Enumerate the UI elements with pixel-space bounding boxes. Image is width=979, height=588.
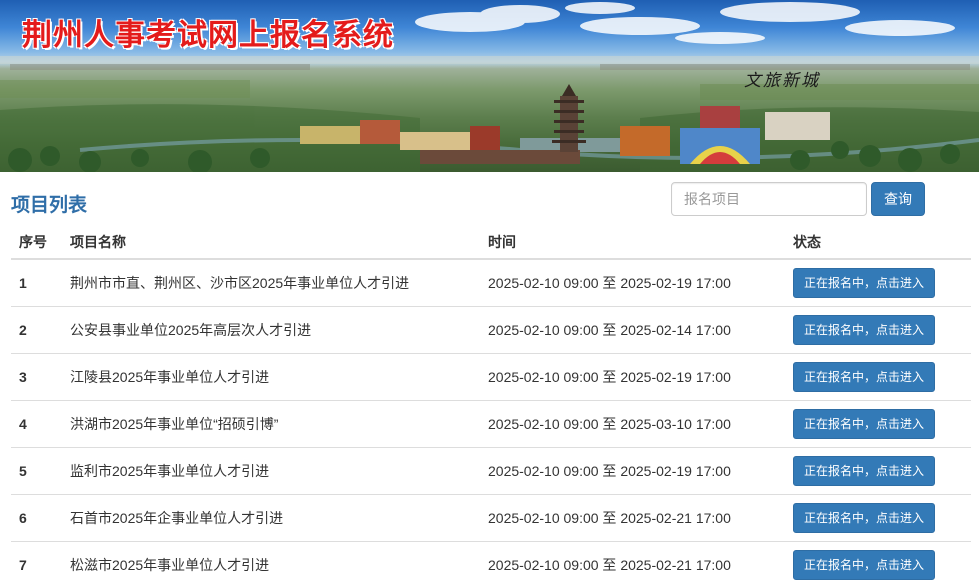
project-name: 松滋市2025年事业单位人才引进 — [62, 540, 480, 588]
table-row: 5 监利市2025年事业单位人才引进 2025-02-10 09:00 至 20… — [11, 446, 971, 494]
status-cell: 正在报名中，点击进入 — [785, 305, 971, 353]
status-cell: 正在报名中，点击进入 — [785, 540, 971, 588]
project-time: 2025-02-10 09:00 至 2025-02-21 17:00 — [480, 540, 785, 588]
project-time: 2025-02-10 09:00 至 2025-03-10 17:00 — [480, 399, 785, 447]
project-name: 洪湖市2025年事业单位“招硕引博” — [62, 399, 480, 447]
column-header-time: 时间 — [480, 226, 785, 260]
table-row: 4 洪湖市2025年事业单位“招硕引博” 2025-02-10 09:00 至 … — [11, 399, 971, 447]
table-row: 6 石首市2025年企事业单位人才引进 2025-02-10 09:00 至 2… — [11, 493, 971, 541]
row-number: 6 — [11, 493, 62, 541]
enter-registration-button[interactable]: 正在报名中，点击进入 — [793, 549, 935, 580]
project-time: 2025-02-10 09:00 至 2025-02-14 17:00 — [480, 305, 785, 353]
row-number: 5 — [11, 446, 62, 494]
status-cell: 正在报名中，点击进入 — [785, 352, 971, 400]
banner-tagline: 文旅新城 — [744, 71, 820, 91]
project-time: 2025-02-10 09:00 至 2025-02-19 17:00 — [480, 352, 785, 400]
project-name: 公安县事业单位2025年高层次人才引进 — [62, 305, 480, 353]
enter-registration-button[interactable]: 正在报名中，点击进入 — [793, 267, 935, 298]
row-number: 2 — [11, 305, 62, 353]
column-header-name: 项目名称 — [62, 226, 480, 260]
project-table-wrap: 序号 项目名称 时间 状态 1 荆州市市直、荆州区、沙市区2025年事业单位人才… — [11, 226, 971, 588]
status-cell: 正在报名中，点击进入 — [785, 446, 971, 494]
table-row: 2 公安县事业单位2025年高层次人才引进 2025-02-10 09:00 至… — [11, 305, 971, 353]
page-title: 项目列表 — [11, 195, 88, 216]
table-header-row: 序号 项目名称 时间 状态 — [11, 226, 971, 260]
row-number: 1 — [19, 274, 27, 291]
column-header-status: 状态 — [785, 226, 971, 260]
search-input[interactable] — [671, 182, 867, 216]
list-toolbar: 项目列表 查询 — [0, 172, 979, 226]
table-row: 7 松滋市2025年事业单位人才引进 2025-02-10 09:00 至 20… — [11, 540, 971, 588]
project-name: 江陵县2025年事业单位人才引进 — [62, 352, 480, 400]
row-number: 7 — [11, 540, 62, 588]
row-number: 3 — [11, 352, 62, 400]
enter-registration-button[interactable]: 正在报名中，点击进入 — [793, 314, 935, 345]
project-time: 2025-02-10 09:00 至 2025-02-19 17:00 — [480, 446, 785, 494]
enter-registration-button[interactable]: 正在报名中，点击进入 — [793, 361, 935, 392]
project-name: 荆州市市直、荆州区、沙市区2025年事业单位人才引进 — [70, 274, 410, 291]
project-time: 2025-02-10 09:00 至 2025-02-21 17:00 — [480, 493, 785, 541]
project-name: 石首市2025年企事业单位人才引进 — [62, 493, 480, 541]
table-row: 3 江陵县2025年事业单位人才引进 2025-02-10 09:00 至 20… — [11, 352, 971, 400]
table-row: 1 荆州市市直、荆州区、沙市区2025年事业单位人才引进 2025-02-10 … — [11, 259, 971, 306]
header-banner: 荆州人事考试网上报名系统 文旅新城 — [0, 0, 979, 172]
enter-registration-button[interactable]: 正在报名中，点击进入 — [793, 502, 935, 533]
project-name: 监利市2025年事业单位人才引进 — [62, 446, 480, 494]
project-time: 2025-02-10 09:00 至 2025-02-19 17:00 — [488, 274, 731, 291]
enter-registration-button[interactable]: 正在报名中，点击进入 — [793, 408, 935, 439]
enter-registration-button[interactable]: 正在报名中，点击进入 — [793, 455, 935, 486]
project-table: 序号 项目名称 时间 状态 1 荆州市市直、荆州区、沙市区2025年事业单位人才… — [11, 226, 971, 588]
status-cell: 正在报名中，点击进入 — [785, 493, 971, 541]
status-cell: 正在报名中，点击进入 — [785, 399, 971, 447]
site-title: 荆州人事考试网上报名系统 — [22, 18, 394, 53]
status-cell: 正在报名中，点击进入 — [785, 259, 971, 306]
search-button[interactable]: 查询 — [871, 182, 925, 216]
row-number: 4 — [11, 399, 62, 447]
column-header-no: 序号 — [11, 226, 62, 260]
